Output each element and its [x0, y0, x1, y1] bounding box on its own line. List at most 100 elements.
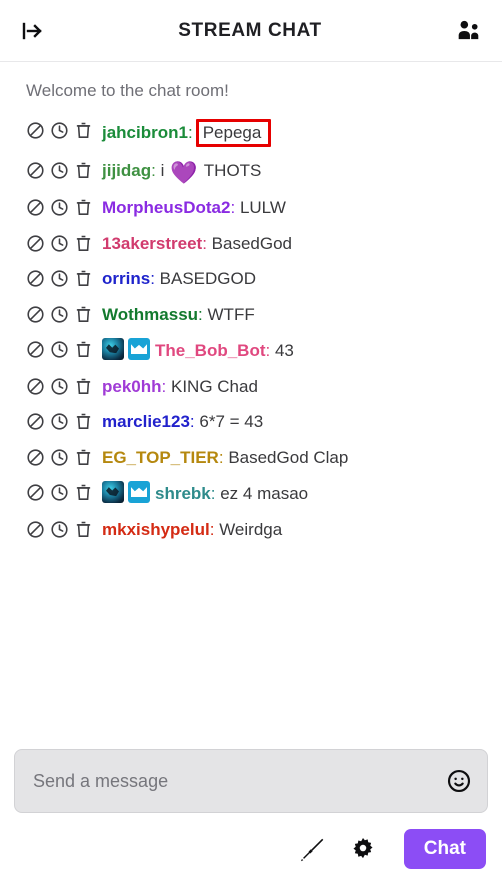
ban-icon[interactable]	[26, 377, 45, 396]
message-username[interactable]: orrins	[102, 269, 150, 288]
message-username[interactable]: jijidag	[102, 161, 151, 180]
subscriber-badge[interactable]	[102, 481, 124, 504]
ban-icon[interactable]	[26, 412, 45, 431]
delete-trash-icon[interactable]	[74, 305, 93, 324]
timeout-clock-icon[interactable]	[50, 161, 69, 180]
delete-trash-icon[interactable]	[74, 412, 93, 431]
ban-icon[interactable]	[26, 340, 45, 359]
ban-icon[interactable]	[26, 121, 45, 140]
chat-message-row: The_Bob_Bot: 43	[0, 332, 502, 368]
crown-badge[interactable]	[128, 481, 150, 504]
timeout-clock-icon[interactable]	[50, 520, 69, 539]
delete-trash-icon[interactable]	[74, 483, 93, 502]
timeout-clock-icon[interactable]	[50, 234, 69, 253]
moderation-actions	[26, 303, 93, 324]
delete-trash-icon[interactable]	[74, 340, 93, 359]
chat-header: STREAM CHAT	[0, 0, 502, 62]
viewer-list-icon[interactable]	[450, 13, 486, 49]
timeout-clock-icon[interactable]	[50, 305, 69, 324]
message-separator: :	[189, 412, 195, 432]
moderation-actions	[26, 446, 93, 467]
ban-icon[interactable]	[26, 161, 45, 180]
ban-icon[interactable]	[26, 269, 45, 288]
composer-actions: Chat	[14, 829, 488, 869]
timeout-clock-icon[interactable]	[50, 198, 69, 217]
message-text: Weirdga	[219, 519, 283, 539]
message-username[interactable]: pek0hh	[102, 377, 162, 396]
ban-icon[interactable]	[26, 483, 45, 502]
timeout-clock-icon[interactable]	[50, 340, 69, 359]
message-username[interactable]: marclie123	[102, 412, 190, 431]
message-username[interactable]: 13akerstreet	[102, 234, 202, 253]
timeout-clock-icon[interactable]	[50, 412, 69, 431]
subscriber-badge[interactable]	[102, 338, 124, 361]
sword-mod-tools-icon[interactable]	[298, 834, 328, 864]
message-username[interactable]: MorpheusDota2	[102, 198, 230, 217]
chat-message-row: mkxishypelul: Weirdga	[0, 512, 502, 547]
message-separator: :	[209, 519, 215, 539]
ban-icon[interactable]	[26, 234, 45, 253]
purple-heart-emote-icon: 💜	[170, 160, 198, 186]
chat-message-row: MorpheusDota2: LULW	[0, 190, 502, 225]
timeout-clock-icon[interactable]	[50, 269, 69, 288]
chat-message-content: jahcibron1: Pepega	[102, 118, 484, 148]
message-username[interactable]: EG_TOP_TIER	[102, 448, 219, 467]
smiley-emote-icon[interactable]	[445, 767, 473, 795]
message-username[interactable]: shrebk	[155, 484, 211, 503]
message-text: ez 4 masao	[220, 484, 309, 504]
chat-message-content: 13akerstreet: BasedGod	[102, 232, 484, 255]
delete-trash-icon[interactable]	[74, 377, 93, 396]
moderation-actions	[26, 159, 93, 180]
message-separator: :	[198, 304, 203, 324]
chat-message-row: marclie123: 6*7 = 43	[0, 404, 502, 439]
message-composer[interactable]	[14, 749, 488, 814]
message-input[interactable]	[33, 770, 435, 792]
message-separator: :	[210, 484, 216, 504]
ban-icon[interactable]	[26, 520, 45, 539]
message-text: BasedGod	[211, 233, 293, 253]
delete-trash-icon[interactable]	[74, 448, 93, 467]
stream-chat-panel: STREAM CHAT Welcome to the chat room! ja…	[0, 0, 502, 883]
message-text: BasedGod Clap	[228, 447, 349, 467]
delete-trash-icon[interactable]	[74, 269, 93, 288]
ban-icon[interactable]	[26, 448, 45, 467]
chat-message-row: shrebk: ez 4 masao	[0, 475, 502, 511]
chat-message-content: MorpheusDota2: LULW	[102, 196, 484, 219]
message-username[interactable]: The_Bob_Bot	[155, 341, 266, 360]
chat-message-content: Wothmassu: WTFF	[102, 303, 484, 326]
moderation-actions	[26, 518, 93, 539]
message-separator: :	[230, 198, 236, 218]
delete-trash-icon[interactable]	[74, 520, 93, 539]
timeout-clock-icon[interactable]	[50, 377, 69, 396]
message-text: BASEDGOD	[159, 269, 257, 289]
message-username[interactable]: Wothmassu	[102, 305, 198, 324]
delete-trash-icon[interactable]	[74, 198, 93, 217]
delete-trash-icon[interactable]	[74, 121, 93, 140]
chat-message-row: EG_TOP_TIER: BasedGod Clap	[0, 440, 502, 475]
ban-icon[interactable]	[26, 198, 45, 217]
delete-trash-icon[interactable]	[74, 161, 93, 180]
send-chat-button[interactable]: Chat	[403, 829, 486, 869]
message-username[interactable]: mkxishypelul	[102, 520, 210, 539]
timeout-clock-icon[interactable]	[50, 121, 69, 140]
message-separator: :	[265, 341, 271, 361]
user-badges	[102, 481, 150, 504]
crown-badge[interactable]	[128, 338, 150, 361]
system-welcome-message: Welcome to the chat room!	[26, 81, 229, 100]
moderation-actions	[26, 410, 93, 431]
message-username[interactable]: jahcibron1	[102, 123, 188, 142]
moderation-actions	[26, 338, 93, 359]
collapse-right-arrow-icon[interactable]	[14, 13, 50, 49]
message-separator: :	[150, 269, 155, 289]
chat-message-row: 13akerstreet: BasedGod	[0, 226, 502, 261]
message-text-after-emote: THOTS	[203, 161, 262, 181]
delete-trash-icon[interactable]	[74, 234, 93, 253]
ban-icon[interactable]	[26, 305, 45, 324]
timeout-clock-icon[interactable]	[50, 483, 69, 502]
moderation-actions	[26, 196, 93, 217]
chat-message-row: jijidag: i 💜 THOTS	[0, 153, 502, 190]
chat-message-list[interactable]: Welcome to the chat room! jahcibron1: Pep…	[0, 62, 502, 749]
gear-settings-icon[interactable]	[348, 834, 378, 864]
message-separator: :	[218, 447, 224, 467]
timeout-clock-icon[interactable]	[50, 448, 69, 467]
